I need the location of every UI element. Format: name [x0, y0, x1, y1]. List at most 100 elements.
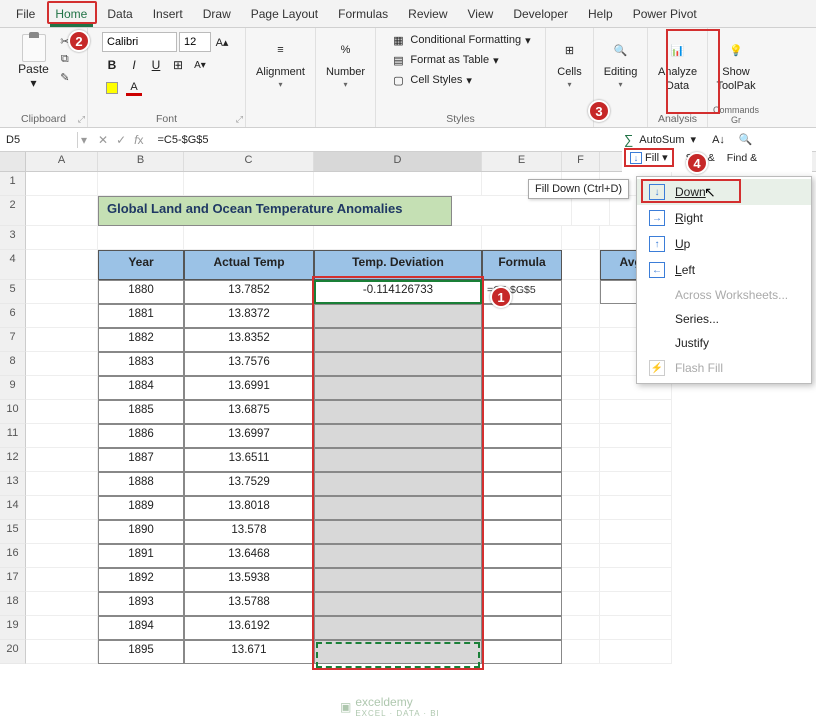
font-name-input[interactable] [102, 32, 177, 52]
expand-icon[interactable]: ⤢ [236, 114, 243, 125]
cell-year[interactable]: 1890 [98, 520, 184, 544]
cell-avg[interactable] [600, 424, 672, 448]
row-header[interactable]: 15 [0, 520, 26, 544]
analyze-data-button[interactable]: 📊 Analyze Data [652, 32, 703, 96]
col-header-a[interactable]: A [26, 152, 98, 171]
cell-year[interactable]: 1880 [98, 280, 184, 304]
tab-developer[interactable]: Developer [503, 3, 578, 25]
cell-temp[interactable]: 13.7529 [184, 472, 314, 496]
copy-icon[interactable]: ⧉ [57, 52, 73, 66]
cell-avg[interactable] [600, 544, 672, 568]
row-header[interactable]: 20 [0, 640, 26, 664]
fx-icon[interactable]: fx [134, 133, 143, 147]
format-as-table-button[interactable]: ▤Format as Table ▾ [388, 52, 532, 68]
tab-draw[interactable]: Draw [193, 3, 241, 25]
fill-left-item[interactable]: ←Left [637, 257, 811, 283]
cell-year[interactable]: 1891 [98, 544, 184, 568]
cell-year[interactable]: 1884 [98, 376, 184, 400]
cell-formula[interactable] [482, 304, 562, 328]
cell-deviation[interactable] [314, 304, 482, 328]
row-header[interactable]: 9 [0, 376, 26, 400]
cell-formula[interactable] [482, 568, 562, 592]
cell-temp[interactable]: 13.6511 [184, 448, 314, 472]
cell-formula[interactable] [482, 616, 562, 640]
cell-deviation[interactable] [314, 544, 482, 568]
col-header-b[interactable]: B [98, 152, 184, 171]
fill-right-item[interactable]: →Right [637, 205, 811, 231]
cell-year[interactable]: 1883 [98, 352, 184, 376]
cells-button[interactable]: ⊞ Cells ▾ [550, 32, 590, 93]
row-header[interactable]: 2 [0, 196, 26, 226]
cell-year[interactable]: 1888 [98, 472, 184, 496]
cell-temp[interactable]: 13.6192 [184, 616, 314, 640]
fill-justify-item[interactable]: Justify [637, 331, 811, 355]
font-color-button[interactable]: A [124, 78, 144, 98]
row-header[interactable]: 12 [0, 448, 26, 472]
expand-icon[interactable]: ⤢ [78, 114, 85, 125]
increase-font-icon[interactable]: A▴ [213, 32, 231, 52]
italic-button[interactable]: I [124, 55, 144, 75]
row-header[interactable]: 14 [0, 496, 26, 520]
row-header[interactable]: 13 [0, 472, 26, 496]
cell-deviation[interactable] [314, 400, 482, 424]
cell-avg[interactable] [600, 520, 672, 544]
cell-year[interactable]: 1885 [98, 400, 184, 424]
tab-file[interactable]: File [6, 3, 45, 25]
cell-year[interactable]: 1893 [98, 592, 184, 616]
row-header[interactable]: 6 [0, 304, 26, 328]
cell-formula[interactable] [482, 328, 562, 352]
cell-deviation[interactable] [314, 376, 482, 400]
cell-deviation[interactable] [314, 328, 482, 352]
cell-temp[interactable]: 13.7576 [184, 352, 314, 376]
cell-year[interactable]: 1881 [98, 304, 184, 328]
row-header[interactable]: 10 [0, 400, 26, 424]
col-header-d[interactable]: D [314, 152, 482, 171]
format-painter-icon[interactable]: ✎ [57, 70, 73, 84]
cell-formula[interactable] [482, 472, 562, 496]
decrease-font-icon[interactable]: A▾ [190, 55, 210, 75]
name-box[interactable]: D5 [0, 132, 78, 148]
cell-deviation[interactable] [314, 448, 482, 472]
conditional-formatting-button[interactable]: ▦Conditional Formatting ▾ [388, 32, 532, 48]
tab-view[interactable]: View [458, 3, 504, 25]
cell-temp[interactable]: 13.8018 [184, 496, 314, 520]
col-header-e[interactable]: E [482, 152, 562, 171]
cell-year[interactable]: 1889 [98, 496, 184, 520]
cell-deviation[interactable] [314, 568, 482, 592]
row-header[interactable]: 5 [0, 280, 26, 304]
cell-formula[interactable] [482, 544, 562, 568]
cell-temp[interactable]: 13.8372 [184, 304, 314, 328]
cell-formula[interactable] [482, 400, 562, 424]
cell-deviation[interactable]: -0.114126733 [314, 280, 482, 304]
cell-temp[interactable]: 13.6468 [184, 544, 314, 568]
fill-down-item[interactable]: ↓Down [637, 179, 811, 205]
cell-year[interactable]: 1895 [98, 640, 184, 664]
accept-formula-icon[interactable]: ✓ [116, 133, 126, 147]
row-header[interactable]: 16 [0, 544, 26, 568]
cell-avg[interactable] [600, 496, 672, 520]
tab-data[interactable]: Data [97, 3, 142, 25]
cell-deviation[interactable] [314, 640, 482, 664]
autosum-button[interactable]: AutoSum [639, 134, 684, 146]
cancel-formula-icon[interactable]: ✕ [98, 133, 108, 147]
cell-avg[interactable] [600, 640, 672, 664]
font-size-input[interactable] [179, 32, 211, 52]
cell-formula[interactable] [482, 448, 562, 472]
cell-formula[interactable] [482, 496, 562, 520]
namebox-dropdown-icon[interactable]: ▾ [78, 133, 90, 147]
cell-deviation[interactable] [314, 496, 482, 520]
cell-deviation[interactable] [314, 352, 482, 376]
fill-button[interactable]: ↓ Fill▾ [624, 148, 674, 167]
cell-temp[interactable]: 13.8352 [184, 328, 314, 352]
cell-deviation[interactable] [314, 616, 482, 640]
cell-year[interactable]: 1882 [98, 328, 184, 352]
row-header[interactable]: 19 [0, 616, 26, 640]
cell-temp[interactable]: 13.671 [184, 640, 314, 664]
tab-powerpivot[interactable]: Power Pivot [623, 3, 707, 25]
cell-year[interactable]: 1894 [98, 616, 184, 640]
row-header[interactable]: 18 [0, 592, 26, 616]
cell-avg[interactable] [600, 472, 672, 496]
tab-help[interactable]: Help [578, 3, 623, 25]
cell-formula[interactable] [482, 424, 562, 448]
tab-home[interactable]: Home [45, 3, 97, 25]
